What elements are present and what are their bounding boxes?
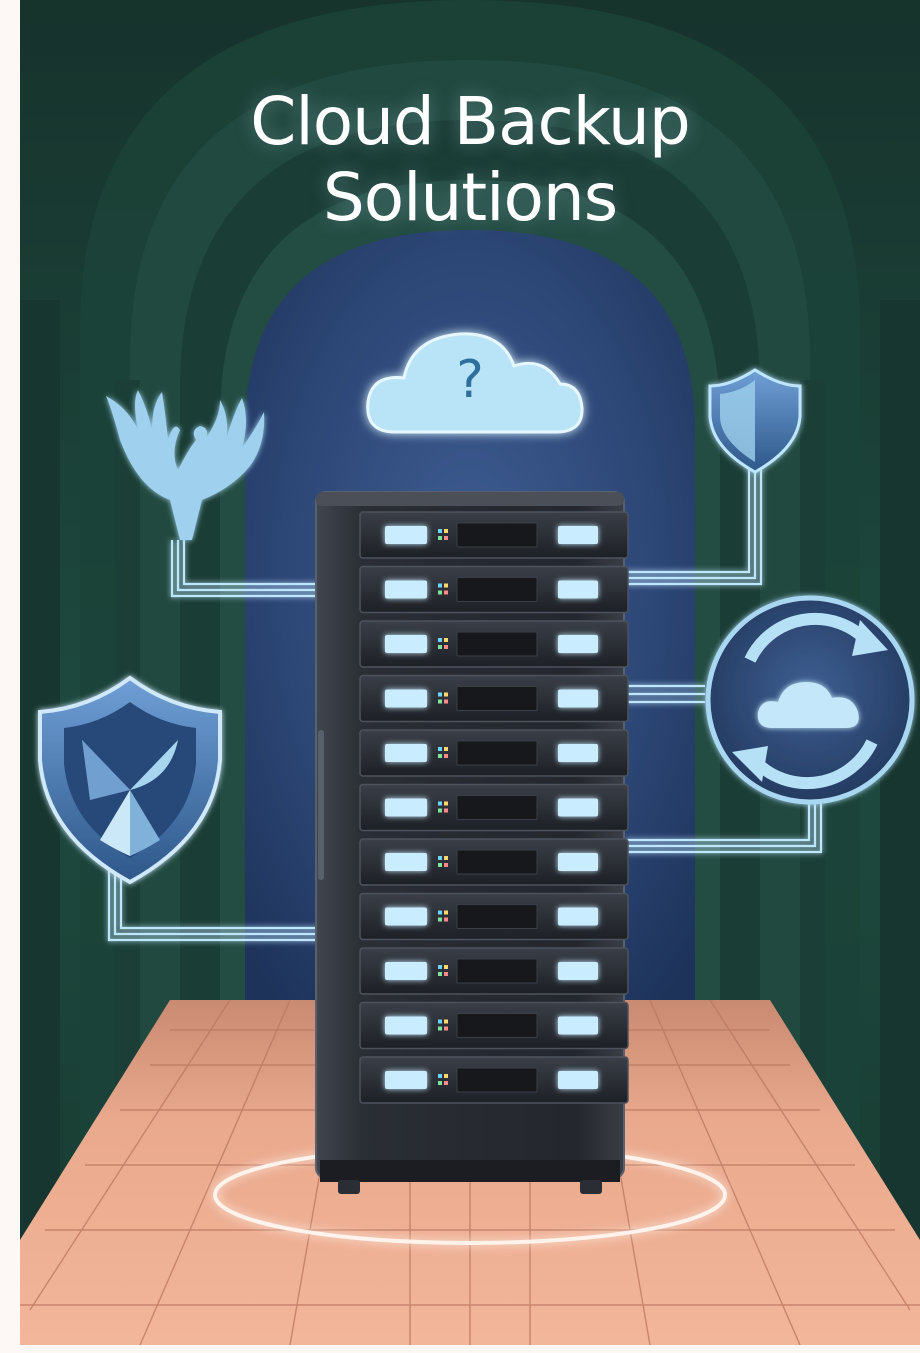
drive-light-right	[558, 580, 598, 599]
drive-light-left	[385, 689, 427, 708]
drive-light-right	[558, 798, 598, 817]
server-unit	[359, 674, 629, 723]
title-line-1: Cloud Backup	[250, 83, 690, 160]
drive-light-right	[558, 526, 598, 544]
drive-light-right	[558, 689, 598, 708]
server-unit	[359, 511, 629, 559]
drive-light-right	[558, 962, 598, 980]
drive-light-right	[558, 1071, 598, 1089]
drive-light-left	[385, 744, 427, 762]
drive-light-right	[558, 907, 598, 926]
drive-light-right	[558, 853, 598, 871]
drive-light-left	[385, 962, 427, 980]
server-unit	[359, 838, 629, 886]
drive-light-left	[385, 580, 427, 599]
drive-light-left	[385, 853, 427, 871]
server-unit	[359, 729, 629, 777]
poster: Cloud Backup Solutions ?	[0, 0, 920, 1353]
scene: Cloud Backup Solutions ?	[20, 0, 920, 1345]
drive-light-left	[385, 635, 427, 653]
drive-light-left	[385, 907, 427, 926]
drive-light-left	[385, 1016, 427, 1035]
server-unit	[359, 620, 629, 668]
server-unit	[359, 1056, 629, 1104]
server-unit	[359, 1001, 629, 1050]
server-unit	[359, 565, 629, 614]
poster-title: Cloud Backup Solutions	[20, 84, 920, 236]
server-unit	[359, 783, 629, 832]
drive-light-right	[558, 744, 598, 762]
server-unit	[359, 947, 629, 995]
server-unit	[359, 892, 629, 941]
drive-light-left	[385, 798, 427, 817]
title-line-2: Solutions	[322, 159, 618, 236]
server-units	[359, 511, 629, 1104]
question-mark: ?	[456, 350, 484, 410]
drive-light-right	[558, 1016, 598, 1035]
drive-light-left	[385, 526, 427, 544]
drive-light-left	[385, 1071, 427, 1089]
drive-light-right	[558, 635, 598, 653]
pillar-right-outer	[880, 300, 920, 1245]
cloud-sync-icon	[705, 595, 915, 805]
